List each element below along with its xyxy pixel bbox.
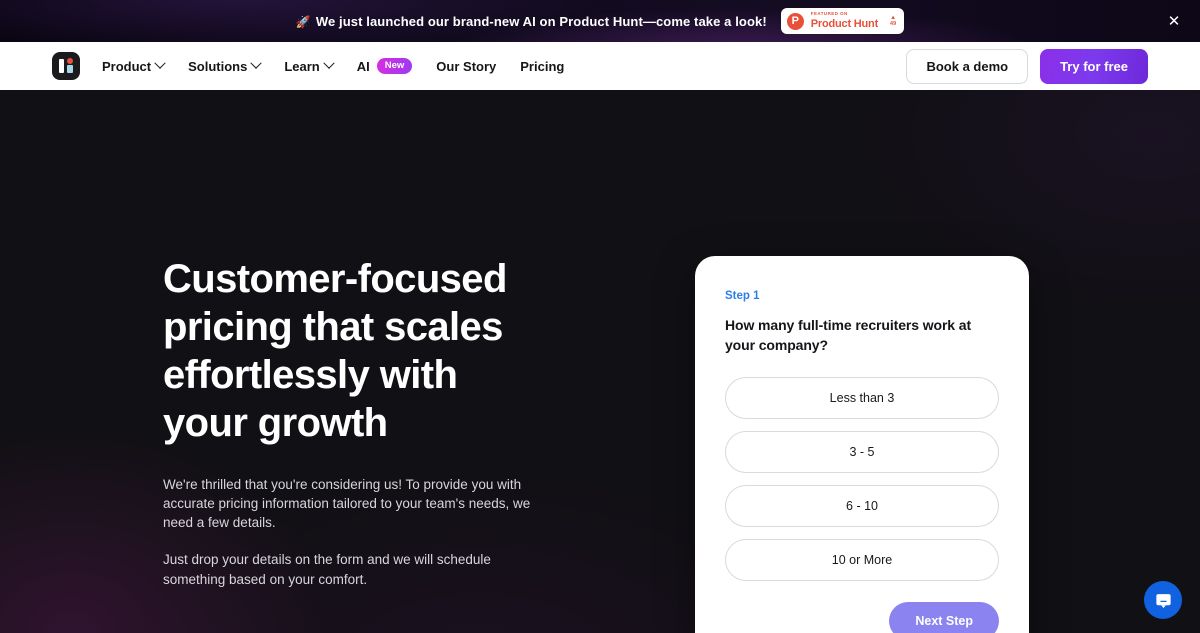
hero-paragraph-1: We're thrilled that you're considering u…	[163, 477, 531, 531]
hero-copy: Customer-focused pricing that scales eff…	[163, 255, 583, 589]
nav-item-our-story-label: Our Story	[436, 58, 497, 74]
chevron-down-icon	[250, 57, 263, 69]
page-title: Customer-focused pricing that scales eff…	[163, 257, 507, 445]
option-3-to-5[interactable]: 3 - 5	[725, 431, 999, 474]
nav-item-ai[interactable]: AI New	[357, 58, 413, 74]
book-demo-button[interactable]: Book a demo	[906, 48, 1029, 84]
hero-section: Customer-focused pricing that scales eff…	[0, 90, 1200, 633]
product-hunt-name: Product Hunt	[810, 17, 879, 30]
option-less-than-3[interactable]: Less than 3	[725, 377, 999, 420]
next-step-button[interactable]: Next Step	[889, 602, 999, 633]
step-indicator: Step 1	[725, 290, 760, 302]
nav-item-solutions[interactable]: Solutions	[188, 57, 263, 74]
next-step-row: Next Step	[725, 602, 999, 633]
product-hunt-vote-count: ▲ 49	[890, 15, 896, 28]
announcement-banner: 🚀 We just launched our brand-new AI on Pr…	[0, 0, 1200, 42]
nav-item-pricing-label: Pricing	[520, 58, 565, 74]
hero-paragraph-2: Just drop your details on the form and w…	[163, 552, 491, 587]
main-navbar: Product Solutions Learn AI New Our Story…	[0, 42, 1200, 90]
close-icon[interactable]: ✕	[1162, 9, 1186, 33]
product-hunt-logo-icon: P	[786, 12, 804, 30]
option-10-or-more[interactable]: 10 or More	[725, 539, 999, 582]
nav-item-learn[interactable]: Learn	[284, 57, 335, 74]
announcement-text: 🚀 We just launched our brand-new AI on Pr…	[296, 14, 767, 29]
nav-item-solutions-label: Solutions	[188, 58, 248, 74]
chat-widget-button[interactable]	[1144, 581, 1182, 619]
brand-logo-icon[interactable]	[52, 52, 80, 80]
chevron-down-icon	[154, 57, 166, 69]
logo-bar-shape	[59, 59, 64, 73]
rocket-icon: 🚀	[295, 14, 311, 29]
announcement-message: We just launched our brand-new AI on Pro…	[315, 13, 767, 29]
pricing-qualification-form-card: Step 1 How many full-time recruiters wor…	[695, 256, 1029, 633]
new-badge: New	[376, 58, 413, 74]
try-for-free-button[interactable]: Try for free	[1040, 48, 1148, 84]
upvote-count-value: 49	[890, 20, 897, 27]
nav-item-pricing[interactable]: Pricing	[520, 59, 564, 74]
product-hunt-badge-texts: FEATURED ON Product Hunt	[810, 11, 879, 30]
chat-bubble-icon	[1155, 593, 1171, 608]
product-hunt-badge[interactable]: P FEATURED ON Product Hunt ▲ 49	[780, 8, 905, 34]
option-6-to-10[interactable]: 6 - 10	[725, 485, 999, 528]
logo-dot-shape	[67, 58, 73, 64]
product-hunt-featured-label: FEATURED ON	[810, 11, 848, 17]
nav-item-product-label: Product	[102, 58, 152, 74]
logo-block-shape	[67, 65, 73, 73]
nav-item-ai-label: AI	[356, 58, 370, 74]
nav-item-our-story[interactable]: Our Story	[436, 59, 496, 74]
nav-actions: Book a demo Try for free	[906, 48, 1148, 84]
upvote-caret-icon: ▲	[890, 14, 897, 21]
chevron-down-icon	[323, 57, 335, 69]
nav-item-learn-label: Learn	[284, 58, 320, 74]
nav-links: Product Solutions Learn AI New Our Story…	[102, 57, 564, 74]
nav-item-product[interactable]: Product	[102, 57, 166, 74]
form-question: How many full-time recruiters work at yo…	[725, 317, 972, 354]
